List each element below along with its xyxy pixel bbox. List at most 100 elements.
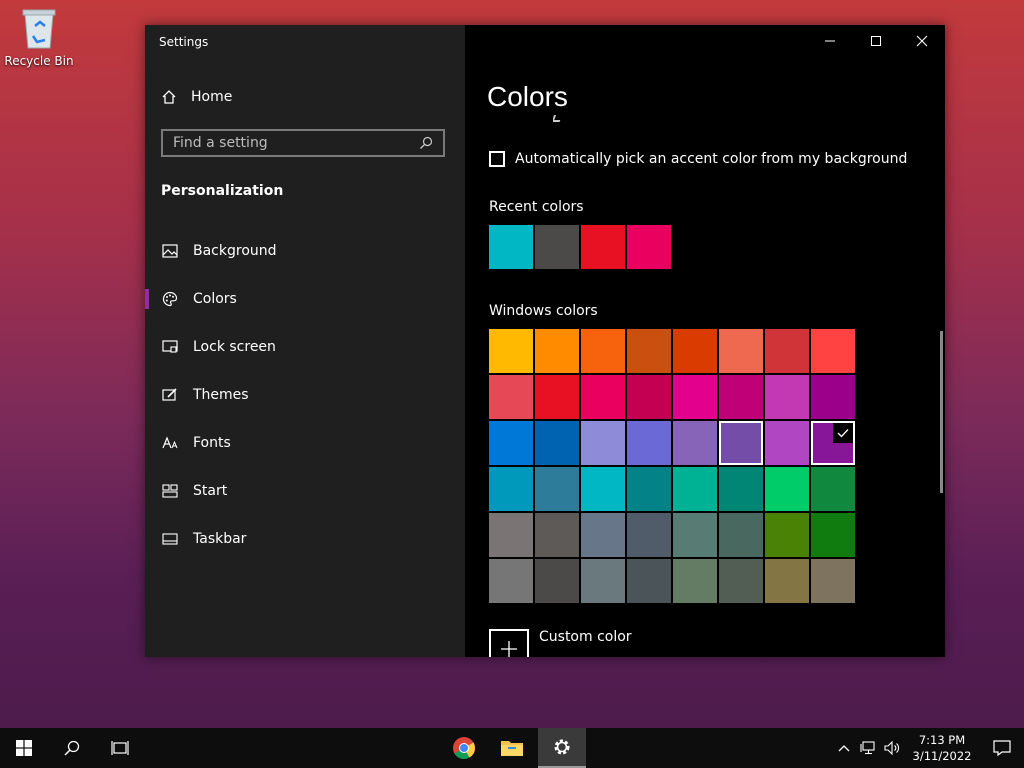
color-swatch[interactable] [489, 559, 533, 603]
color-swatch[interactable] [581, 329, 625, 373]
section-title: Personalization [161, 183, 284, 199]
show-hidden-icons-button[interactable] [832, 728, 856, 768]
color-swatch[interactable] [581, 421, 625, 465]
sidebar-item-background[interactable]: Background [145, 227, 465, 275]
color-swatch[interactable] [673, 375, 717, 419]
chrome-taskbar-button[interactable] [440, 728, 488, 768]
sidebar-item-fonts[interactable]: Fonts [145, 419, 465, 467]
color-swatch[interactable] [581, 375, 625, 419]
taskbar-icon [161, 530, 179, 548]
chrome-icon [453, 737, 475, 759]
volume-icon [884, 741, 899, 755]
recent-colors-label: Recent colors [489, 199, 584, 215]
recent-color-swatch[interactable] [627, 225, 671, 269]
sidebar-item-taskbar[interactable]: Taskbar [145, 515, 465, 563]
color-swatch[interactable] [627, 467, 671, 511]
color-swatch[interactable] [673, 513, 717, 557]
color-swatch[interactable] [535, 421, 579, 465]
network-button[interactable] [856, 728, 880, 768]
nav-list: Background Colors Lock screen Themes Fon… [145, 227, 465, 563]
color-swatch[interactable] [535, 559, 579, 603]
volume-button[interactable] [880, 728, 904, 768]
color-swatch[interactable] [765, 375, 809, 419]
color-swatch[interactable] [673, 559, 717, 603]
color-swatch[interactable] [489, 421, 533, 465]
checkbox-box [489, 151, 505, 167]
scrollbar[interactable] [940, 331, 943, 493]
file-explorer-taskbar-button[interactable] [488, 728, 536, 768]
recycle-bin-desktop-icon[interactable]: Recycle Bin [4, 6, 74, 68]
color-swatch[interactable] [673, 421, 717, 465]
minimize-icon [825, 40, 835, 42]
color-swatch[interactable] [811, 375, 855, 419]
color-swatch[interactable] [581, 559, 625, 603]
windows-logo-icon [16, 740, 32, 756]
color-swatch[interactable] [719, 421, 763, 465]
color-swatch[interactable] [719, 559, 763, 603]
color-swatch[interactable] [489, 329, 533, 373]
minimize-button[interactable] [807, 25, 853, 57]
color-swatch[interactable] [489, 467, 533, 511]
color-swatch[interactable] [719, 467, 763, 511]
color-swatch[interactable] [535, 329, 579, 373]
recycle-bin-icon [22, 9, 56, 49]
recent-color-swatch[interactable] [535, 225, 579, 269]
auto-pick-accent-checkbox[interactable]: Automatically pick an accent color from … [489, 151, 907, 167]
color-swatch[interactable] [719, 513, 763, 557]
color-swatch[interactable] [719, 329, 763, 373]
sidebar-item-lock-screen[interactable]: Lock screen [145, 323, 465, 371]
settings-taskbar-button[interactable] [538, 728, 586, 768]
close-icon [916, 35, 928, 47]
sidebar-item-themes[interactable]: Themes [145, 371, 465, 419]
home-nav-item[interactable]: Home [161, 89, 232, 105]
color-swatch[interactable] [535, 375, 579, 419]
color-swatch[interactable] [627, 559, 671, 603]
search-taskbar-button[interactable] [48, 728, 96, 768]
sidebar-item-label: Themes [193, 387, 249, 403]
color-swatch[interactable] [535, 513, 579, 557]
color-swatch[interactable] [765, 467, 809, 511]
custom-color-button[interactable]: Custom color [489, 629, 632, 657]
color-swatch[interactable] [489, 375, 533, 419]
page-title: Colors [487, 81, 568, 112]
search-input[interactable]: Find a setting [161, 129, 445, 157]
color-swatch-selected[interactable] [811, 421, 855, 465]
color-swatch[interactable] [811, 329, 855, 373]
color-swatch[interactable] [673, 467, 717, 511]
color-swatch[interactable] [765, 329, 809, 373]
clipped-text-fragment [553, 115, 567, 123]
folder-icon [501, 741, 523, 756]
start-button[interactable] [0, 728, 48, 768]
recent-color-swatch[interactable] [581, 225, 625, 269]
color-swatch[interactable] [719, 375, 763, 419]
color-swatch[interactable] [627, 513, 671, 557]
close-button[interactable] [899, 25, 945, 57]
color-swatch[interactable] [627, 329, 671, 373]
color-swatch[interactable] [811, 513, 855, 557]
gear-icon [554, 739, 570, 755]
sidebar: Settings Home Find a setting Personaliza… [145, 25, 465, 657]
color-swatch[interactable] [581, 513, 625, 557]
start-icon [161, 482, 179, 500]
search-placeholder: Find a setting [173, 135, 268, 151]
sidebar-item-colors[interactable]: Colors [145, 275, 465, 323]
color-swatch[interactable] [581, 467, 625, 511]
maximize-button[interactable] [853, 25, 899, 57]
action-center-button[interactable] [980, 728, 1024, 768]
color-swatch[interactable] [489, 513, 533, 557]
clock[interactable]: 7:13 PM 3/11/2022 [904, 732, 980, 764]
color-swatch[interactable] [535, 467, 579, 511]
plus-icon-box [489, 629, 529, 657]
color-swatch[interactable] [673, 329, 717, 373]
sidebar-item-start[interactable]: Start [145, 467, 465, 515]
color-swatch[interactable] [811, 559, 855, 603]
color-swatch[interactable] [627, 421, 671, 465]
color-swatch[interactable] [765, 513, 809, 557]
color-swatch[interactable] [811, 467, 855, 511]
color-swatch[interactable] [627, 375, 671, 419]
color-swatch[interactable] [765, 559, 809, 603]
recent-color-swatch[interactable] [489, 225, 533, 269]
sidebar-item-label: Background [193, 243, 277, 259]
task-view-button[interactable] [96, 728, 144, 768]
color-swatch[interactable] [765, 421, 809, 465]
